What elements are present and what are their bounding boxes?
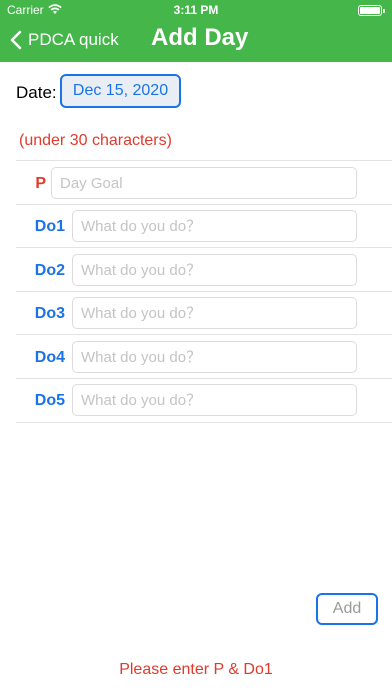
page-title: Add Day [151, 24, 249, 51]
status-time: 3:11 PM [173, 3, 219, 17]
divider [16, 204, 392, 205]
back-button-label: PDCA quick [28, 30, 119, 49]
row-label-do1: Do1 [34, 218, 65, 235]
row-label-do2: Do2 [34, 262, 65, 279]
do5-input[interactable] [72, 384, 357, 416]
divider [16, 291, 392, 292]
divider [16, 247, 392, 248]
do3-input[interactable] [72, 297, 357, 329]
row-label-p: P [35, 175, 46, 192]
do4-input[interactable] [72, 341, 357, 373]
divider [16, 422, 392, 423]
do1-input[interactable] [72, 210, 357, 242]
divider [16, 378, 392, 379]
divider [16, 160, 392, 161]
error-message: Please enter P & Do1 [119, 661, 273, 678]
date-picker[interactable]: Dec 15, 2020 [60, 74, 181, 108]
row-label-do5: Do5 [34, 392, 65, 409]
navigation-bar: Carrier 3:11 PM PDCA quick Add Day [0, 0, 392, 62]
battery-icon [358, 5, 385, 16]
status-bar: Carrier 3:11 PM [0, 0, 392, 20]
character-limit-hint: (under 30 characters) [19, 132, 172, 149]
divider [16, 334, 392, 335]
date-label: Date: [16, 83, 57, 102]
row-label-do4: Do4 [34, 349, 65, 366]
day-goal-input[interactable] [51, 167, 357, 199]
do2-input[interactable] [72, 254, 357, 286]
back-button[interactable]: PDCA quick [10, 28, 119, 52]
row-label-do3: Do3 [34, 305, 65, 322]
chevron-left-icon [10, 30, 22, 50]
add-button[interactable]: Add [316, 593, 378, 625]
